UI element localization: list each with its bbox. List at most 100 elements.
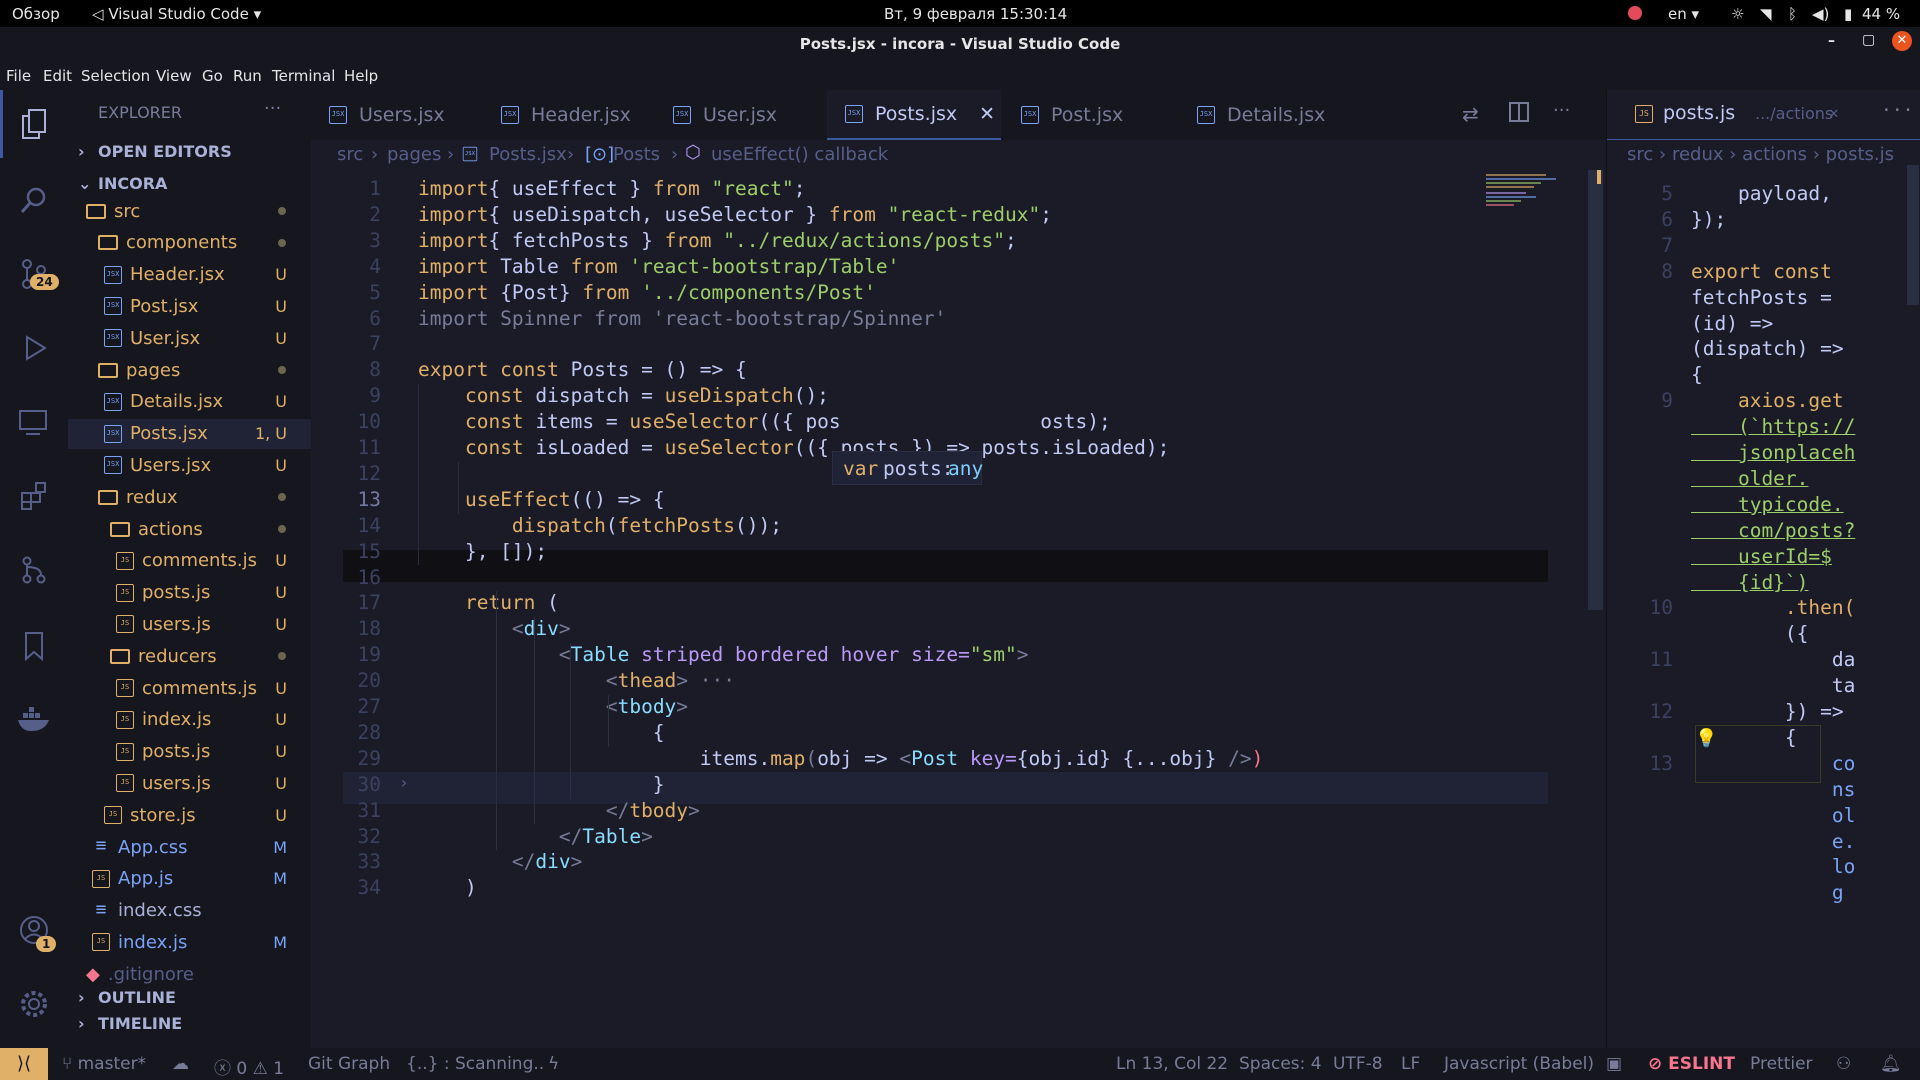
feedback-icon[interactable]: ▣ xyxy=(1606,1054,1622,1074)
encoding[interactable]: UTF-8 xyxy=(1333,1054,1383,1074)
cursor-position[interactable]: Ln 13, Col 22 xyxy=(1116,1054,1228,1074)
minimap[interactable] xyxy=(1486,170,1566,230)
open-changes-icon[interactable]: ⇄ xyxy=(1462,102,1479,126)
notifications-bell-icon[interactable]: 🔔︎ xyxy=(1880,1054,1902,1074)
tree-item[interactable]: JS comments.js U xyxy=(68,546,311,576)
breadcrumb-symbol[interactable]: Posts xyxy=(613,144,660,165)
breadcrumb-src[interactable]: src xyxy=(337,144,363,165)
tree-item[interactable]: JS App.js M xyxy=(68,864,311,894)
lightning-icon[interactable]: ϟ xyxy=(548,1054,559,1074)
menu-view[interactable]: View xyxy=(156,67,192,85)
fold-chevron-icon[interactable]: › xyxy=(399,773,409,792)
code-editor[interactable]: › 1 import{ useEffect } from "react"; 2 imp… xyxy=(311,170,1606,1048)
close-window-icon[interactable]: ✕ xyxy=(1892,31,1912,51)
remote-indicator-icon[interactable]: ⟩⟨ xyxy=(0,1048,48,1080)
bookmark-icon[interactable] xyxy=(14,626,54,666)
tree-item[interactable]: ◆ .gitignore xyxy=(68,959,311,989)
tab-details-jsx[interactable]: JSX Details.jsx xyxy=(1175,90,1375,140)
sync-icon[interactable]: ☁ xyxy=(172,1054,189,1074)
tree-item[interactable]: JSX Details.jsx U xyxy=(68,387,311,417)
tree-item[interactable]: JS store.js U xyxy=(68,800,311,830)
tree-item[interactable]: ≡ App.css M xyxy=(68,832,311,862)
settings-gear-icon[interactable] xyxy=(14,984,54,1024)
breadcrumb-redux[interactable]: redux xyxy=(1672,144,1724,165)
tree-item[interactable]: JS comments.js U xyxy=(68,673,311,703)
account-status-icon[interactable]: ⚇ xyxy=(1836,1054,1851,1074)
run-debug-icon[interactable] xyxy=(14,328,54,368)
outline-section[interactable]: › OUTLINE xyxy=(68,988,311,1014)
language-selector[interactable]: en ▾ xyxy=(1668,5,1699,23)
tree-item[interactable]: JS users.js U xyxy=(68,768,311,798)
menu-file[interactable]: File xyxy=(6,67,31,85)
timeline-section[interactable]: › TIMELINE xyxy=(68,1014,311,1040)
menu-edit[interactable]: Edit xyxy=(43,67,72,85)
tree-item[interactable]: JS index.js U xyxy=(68,705,311,735)
menu-terminal[interactable]: Terminal xyxy=(272,67,335,85)
language-mode[interactable]: Javascript (Babel) xyxy=(1444,1054,1594,1074)
explorer-more-icon[interactable]: ··· xyxy=(264,98,281,119)
tab-post-jsx[interactable]: JSX Post.jsx xyxy=(1003,90,1173,140)
close-tab-icon[interactable]: ✕ xyxy=(979,103,995,125)
clock[interactable]: Вт, 9 февраля 15:30:14 xyxy=(884,5,1067,23)
tree-item[interactable]: actions xyxy=(68,514,311,544)
eslint-status[interactable]: ⊘ ESLINT xyxy=(1648,1054,1735,1074)
breadcrumb-file[interactable]: posts.js xyxy=(1826,144,1894,165)
split-editor-pane[interactable]: JS posts.js .../actions ✕ ··· src › redu… xyxy=(1606,90,1920,1048)
lightbulb-icon[interactable]: 💡 xyxy=(1695,728,1717,749)
tree-item[interactable]: JSX Posts.jsx 1, U xyxy=(68,418,311,449)
tab-header-jsx[interactable]: JSX Header.jsx xyxy=(483,90,653,140)
bluetooth-icon[interactable]: ᛒ xyxy=(1788,5,1797,23)
menu-run[interactable]: Run xyxy=(233,67,262,85)
menu-help[interactable]: Help xyxy=(344,67,378,85)
tree-item[interactable]: pages xyxy=(68,355,311,385)
extensions-icon[interactable] xyxy=(14,476,54,516)
night-light-icon[interactable]: ☼ xyxy=(1731,5,1744,23)
close-tab-icon[interactable]: ✕ xyxy=(1829,103,1839,122)
tree-item[interactable]: JSX User.jsx U xyxy=(68,323,311,353)
editor-more-icon[interactable]: ··· xyxy=(1881,100,1914,121)
line-ending[interactable]: LF xyxy=(1401,1054,1420,1074)
problems-indicator[interactable]: ⓧ 0 ⚠ 1 xyxy=(214,1054,284,1079)
docker-icon[interactable] xyxy=(14,700,54,740)
search-icon[interactable] xyxy=(14,180,54,220)
editor-more-icon[interactable]: ··· xyxy=(1553,100,1570,121)
prettier-status[interactable]: Prettier xyxy=(1750,1054,1813,1074)
breadcrumb-pages[interactable]: pages xyxy=(387,144,441,165)
tree-item[interactable]: JSX Header.jsx U xyxy=(68,260,311,290)
tree-item[interactable]: JS posts.js U xyxy=(68,737,311,767)
wifi-icon[interactable]: ◥ xyxy=(1760,5,1772,23)
breadcrumb-src[interactable]: src xyxy=(1627,144,1653,165)
git-graph-icon[interactable] xyxy=(14,550,54,590)
editor-scrollbar[interactable] xyxy=(1588,170,1603,610)
battery-icon[interactable]: ▮ xyxy=(1844,5,1852,23)
tree-item[interactable]: components xyxy=(68,228,311,258)
chrome-indicator-icon[interactable] xyxy=(1628,6,1642,20)
breadcrumb-actions[interactable]: actions xyxy=(1742,144,1807,165)
app-menu-button[interactable]: ◁ Visual Studio Code ▾ xyxy=(92,5,261,23)
breadcrumb-callback[interactable]: useEffect() callback xyxy=(711,144,888,165)
overview-button[interactable]: Обзор xyxy=(12,5,60,23)
tree-item[interactable]: redux xyxy=(68,482,311,512)
tree-item[interactable]: ≡ index.css xyxy=(68,896,311,926)
tree-item[interactable]: JS users.js U xyxy=(68,609,311,639)
tab-users-jsx[interactable]: JSX Users.jsx xyxy=(311,90,481,140)
explorer-icon[interactable] xyxy=(14,104,54,144)
tab-posts-jsx[interactable]: JSX Posts.jsx ✕ xyxy=(827,90,1001,140)
maximize-icon[interactable]: ▢ xyxy=(1862,32,1875,48)
volume-icon[interactable]: ◀) xyxy=(1812,5,1829,23)
menu-selection[interactable]: Selection xyxy=(81,67,150,85)
remote-explorer-icon[interactable] xyxy=(14,402,54,442)
breadcrumb-file[interactable]: Posts.jsx xyxy=(489,144,567,165)
tree-item[interactable]: JSX Users.jsx U xyxy=(68,450,311,480)
branch-indicator[interactable]: ⑂ master* xyxy=(62,1054,146,1074)
menu-go[interactable]: Go xyxy=(202,67,223,85)
right-scrollbar[interactable] xyxy=(1907,165,1919,305)
tab-user-jsx[interactable]: JSX User.jsx xyxy=(655,90,825,140)
indentation[interactable]: Spaces: 4 xyxy=(1239,1054,1322,1074)
tree-item[interactable]: JSX Post.jsx U xyxy=(68,291,311,321)
tree-item[interactable]: JS index.js M xyxy=(68,927,311,957)
tree-item[interactable]: JS posts.js U xyxy=(68,578,311,608)
open-editors-section[interactable]: › OPEN EDITORS xyxy=(68,142,311,168)
minimize-icon[interactable]: – xyxy=(1828,33,1835,49)
tree-item[interactable]: src xyxy=(68,196,311,226)
